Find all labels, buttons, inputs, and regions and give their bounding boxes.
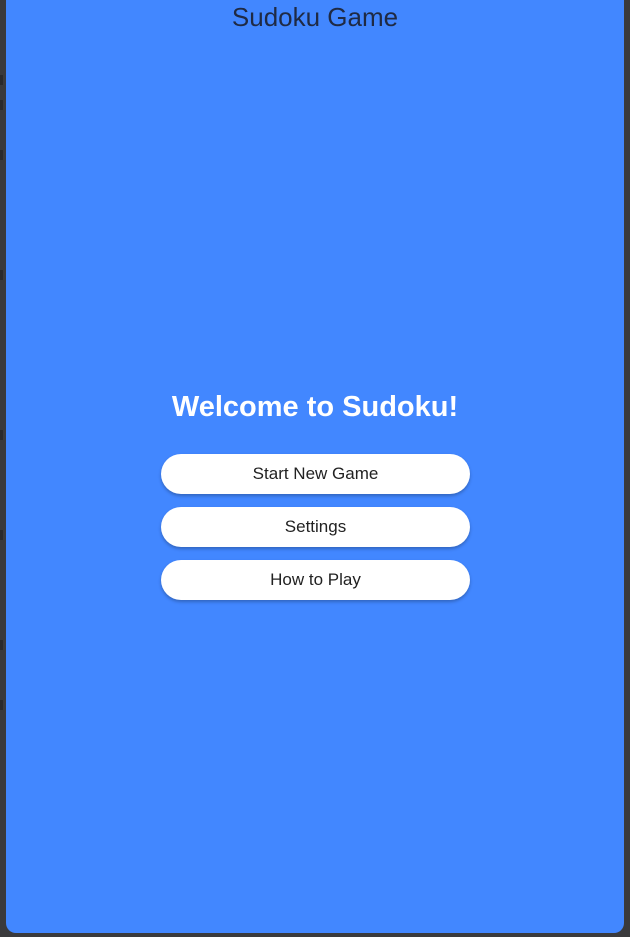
settings-button[interactable]: Settings: [161, 507, 470, 547]
app-title: Sudoku Game: [231, 2, 399, 32]
welcome-heading: Welcome to Sudoku!: [171, 391, 459, 423]
start-new-game-button[interactable]: Start New Game: [161, 454, 470, 494]
how-to-play-button[interactable]: How to Play: [161, 560, 470, 600]
app-screen: Sudoku Game Welcome to Sudoku! Start New…: [6, 0, 624, 933]
main-menu: Start New Game Settings How to Play: [161, 454, 470, 613]
